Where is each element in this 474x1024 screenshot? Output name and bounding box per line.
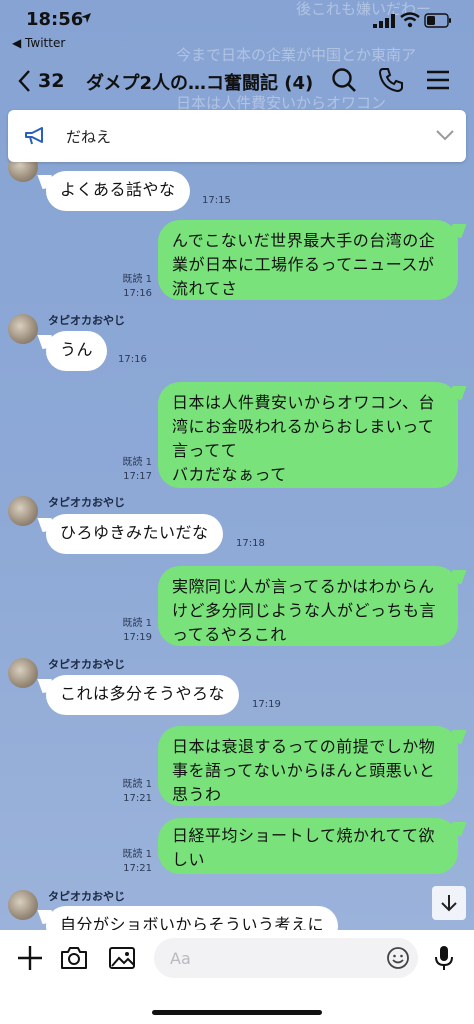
- scroll-to-bottom-button[interactable]: [432, 886, 466, 920]
- read-receipt: 既読 1: [122, 274, 152, 285]
- sender-name: タピオカおやじ: [48, 496, 125, 509]
- chat-header: 32 ダメプ2人の…コ奮闘記 (4): [0, 56, 474, 104]
- announcement-text: だねえ: [66, 128, 112, 146]
- sender-name: タピオカおやじ: [48, 314, 125, 327]
- message-time: 17:16: [123, 288, 152, 299]
- back-button[interactable]: 32: [18, 68, 70, 94]
- message-time: 17:21: [123, 863, 152, 874]
- pinned-announcement[interactable]: だねえ: [8, 110, 466, 162]
- menu-icon[interactable]: [424, 66, 452, 94]
- message-bubble[interactable]: 日本は衰退するっての前提でしか物 事を語ってないからほんと頭悪いと 思うわ: [158, 726, 458, 806]
- read-receipt: 既読 1: [122, 457, 152, 468]
- search-icon[interactable]: [330, 66, 358, 94]
- home-indicator: [152, 1010, 322, 1015]
- message-time: 17:18: [236, 538, 265, 549]
- avatar[interactable]: [8, 496, 38, 526]
- arrow-down-icon: [441, 895, 457, 912]
- message-bubble[interactable]: これは多分そうやろな: [46, 675, 240, 715]
- chevron-left-icon: [18, 70, 30, 92]
- unread-count: 32: [38, 70, 65, 92]
- message-time: 17:17: [123, 471, 152, 482]
- message-bubble[interactable]: 自分がショボいからそういう考えに: [46, 906, 339, 930]
- read-receipt: 既読 1: [122, 779, 152, 790]
- avatar[interactable]: [8, 890, 38, 920]
- signal-icon: [373, 14, 395, 28]
- message-bubble[interactable]: うん: [46, 331, 108, 371]
- avatar[interactable]: [8, 314, 38, 344]
- message-bubble[interactable]: ひろゆきみたいだな: [46, 514, 223, 554]
- battery-icon: [424, 13, 451, 28]
- back-to-app-link[interactable]: ◀ Twitter: [12, 36, 65, 50]
- sender-name: タピオカおやじ: [48, 890, 125, 903]
- camera-icon[interactable]: [60, 944, 88, 972]
- message-input[interactable]: [154, 938, 418, 978]
- wifi-icon: [400, 12, 420, 28]
- message-time: 17:15: [202, 195, 231, 206]
- read-receipt: 既読 1: [122, 618, 152, 629]
- chevron-down-icon[interactable]: [436, 128, 454, 142]
- emoji-icon[interactable]: [386, 946, 410, 970]
- message-bubble[interactable]: 日経平均ショートして焼かれてて欲 しい: [158, 818, 458, 874]
- sender-name: タピオカおやじ: [48, 658, 125, 671]
- message-time: 17:16: [118, 354, 147, 365]
- phone-icon[interactable]: [377, 66, 405, 94]
- message-bubble[interactable]: よくある話やな: [46, 171, 190, 211]
- location-arrow-icon: [81, 13, 91, 23]
- chat-title[interactable]: ダメプ2人の…コ奮闘記 (4): [86, 69, 313, 95]
- status-bar: 18:56 ◀ Twitter: [0, 0, 474, 52]
- read-receipt: 既読 1: [122, 849, 152, 860]
- megaphone-icon: [25, 127, 43, 145]
- message-bubble[interactable]: んでこないだ世界最大手の台湾の企 業が日本に工場作るってニュースが 流れてさ: [158, 220, 458, 300]
- message-bubble[interactable]: 日本は人件費安いからオワコン、台 湾にお金吸われるからおしまいって 言ってて バ…: [158, 382, 458, 488]
- image-icon[interactable]: [108, 944, 136, 972]
- message-time: 17:21: [123, 793, 152, 804]
- message-time: 17:19: [252, 699, 281, 710]
- plus-icon[interactable]: [16, 944, 44, 972]
- avatar[interactable]: [8, 658, 38, 688]
- microphone-icon[interactable]: [430, 944, 458, 972]
- status-time: 18:56: [26, 9, 84, 30]
- message-time: 17:19: [123, 632, 152, 643]
- message-bubble[interactable]: 実際同じ人が言ってるかはわからん けど多分同じような人がどっちも言 ってるやろこ…: [158, 566, 458, 646]
